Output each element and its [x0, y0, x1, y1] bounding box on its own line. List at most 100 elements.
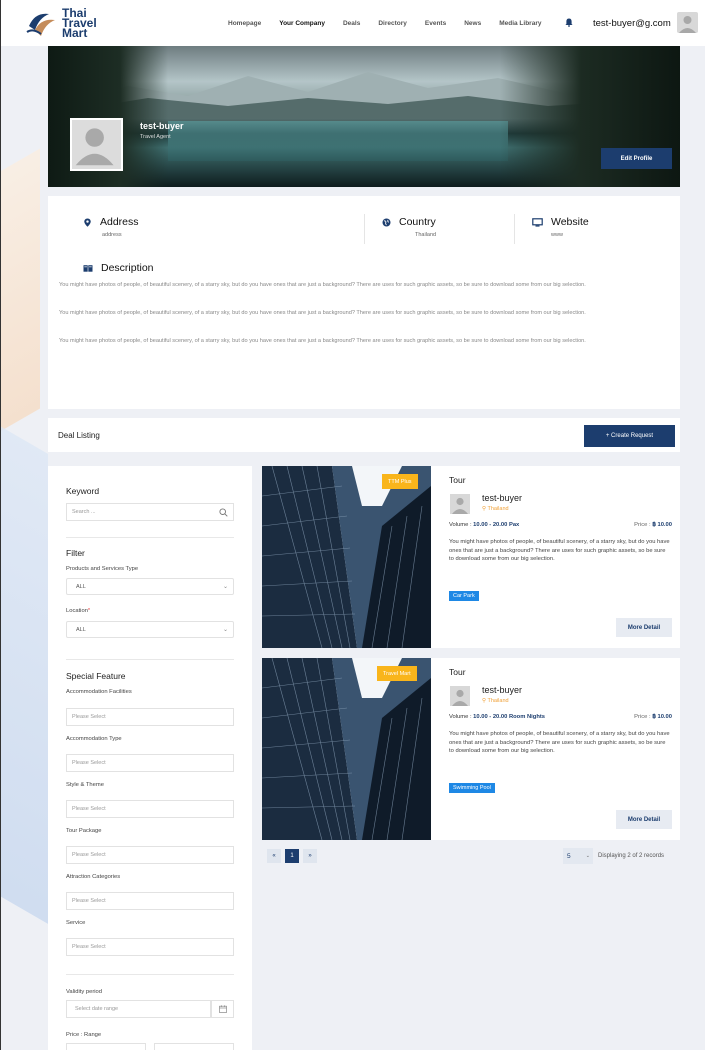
nav-your-company[interactable]: Your Company	[279, 20, 325, 27]
map-pin-icon	[84, 218, 91, 227]
pagination: « 1 »	[267, 849, 317, 863]
monitor-icon	[532, 217, 543, 227]
map-pin-icon: ⚲	[482, 698, 487, 704]
price-max-input[interactable]	[154, 1043, 234, 1050]
deal-card[interactable]: TTM Plus Tour test-buyer ⚲ Thailand Volu…	[262, 466, 680, 648]
company-info-card: Address address Country Thailand Website…	[48, 196, 680, 409]
seller-location: ⚲ Thailand	[482, 506, 509, 512]
deal-price: Price : ฿ 10.00	[634, 714, 672, 720]
decorative-background	[0, 148, 50, 930]
nav-homepage[interactable]: Homepage	[228, 20, 261, 27]
more-detail-button[interactable]: More Detail	[616, 618, 672, 637]
deal-listing-header: Deal Listing + Create Request	[48, 418, 680, 452]
chevron-down-icon: ⌄	[222, 627, 228, 633]
user-email[interactable]: test-buyer@g.com	[593, 18, 671, 29]
address-title: Address	[100, 216, 139, 228]
deal-description: You might have photos of people, of beau…	[449, 539, 670, 563]
divider	[364, 214, 365, 244]
page-button[interactable]: 1	[285, 849, 299, 863]
style-theme-select[interactable]: Please Select	[66, 800, 234, 818]
address-block: Address address	[83, 216, 139, 238]
create-request-button[interactable]: + Create Request	[584, 425, 675, 447]
country-value: Thailand	[415, 232, 437, 238]
bell-icon[interactable]	[565, 18, 573, 27]
chevron-down-icon: ⌄	[585, 853, 590, 859]
country-title: Country	[399, 216, 436, 228]
description-paragraph: You might have photos of people, of beau…	[59, 310, 586, 316]
products-select[interactable]: ALL ⌄	[66, 578, 234, 595]
divider	[66, 659, 234, 660]
nav-media-library[interactable]: Media Library	[499, 20, 541, 27]
nav-events[interactable]: Events	[425, 20, 446, 27]
description-heading: Description	[83, 262, 154, 274]
price-min-input[interactable]	[66, 1043, 146, 1050]
chevron-down-icon: ⌄	[222, 584, 228, 590]
location-select[interactable]: ALL ⌄	[66, 621, 234, 638]
validity-label: Validity period	[66, 989, 102, 995]
divider	[66, 537, 234, 538]
style-theme-label: Style & Theme	[66, 782, 104, 788]
country-block: Country Thailand	[382, 216, 436, 238]
search-icon	[219, 508, 228, 517]
main-nav: Homepage Your Company Deals Directory Ev…	[228, 20, 559, 27]
deal-image	[262, 466, 431, 648]
seller-avatar	[450, 494, 470, 514]
deal-description: You might have photos of people, of beau…	[449, 731, 670, 755]
nav-news[interactable]: News	[464, 20, 481, 27]
deal-image	[262, 658, 431, 840]
first-page-button[interactable]: «	[267, 849, 281, 863]
user-avatar[interactable]	[677, 12, 698, 33]
book-icon	[83, 264, 93, 272]
calendar-button[interactable]	[211, 1000, 234, 1018]
tour-package-select[interactable]: Please Select	[66, 846, 234, 864]
seller-avatar	[450, 686, 470, 706]
feature-tag: Car Park	[449, 591, 479, 601]
description-paragraph: You might have photos of people, of beau…	[59, 338, 586, 344]
products-label: Products and Services Type	[66, 566, 139, 572]
nav-directory[interactable]: Directory	[378, 20, 407, 27]
divider	[66, 974, 234, 975]
seller-name: test-buyer	[482, 493, 523, 503]
website-block: Website www	[532, 216, 589, 238]
page-edge	[0, 0, 1, 1050]
special-feature-heading: Special Feature	[66, 671, 126, 681]
service-label: Service	[66, 920, 86, 926]
accommodation-type-label: Accommodation Type	[66, 736, 122, 742]
seller-location: ⚲ Thailand	[482, 698, 509, 704]
edit-profile-button[interactable]: Edit Profile	[601, 148, 672, 169]
accommodation-facilities-select[interactable]: Please Select	[66, 708, 234, 726]
price-range-label: Price : Range	[66, 1032, 102, 1038]
nav-deals[interactable]: Deals	[343, 20, 360, 27]
deal-card[interactable]: Travel Mart Tour test-buyer ⚲ Thailand V…	[262, 658, 680, 840]
service-select[interactable]: Please Select	[66, 938, 234, 956]
divider	[514, 214, 515, 244]
more-detail-button[interactable]: More Detail	[616, 810, 672, 829]
date-range-input[interactable]: Select date range	[66, 1000, 211, 1018]
map-pin-icon: ⚲	[482, 506, 487, 512]
deal-type: Tour	[449, 667, 466, 677]
brand-logo[interactable]: Thai Travel Mart	[25, 7, 97, 39]
attraction-categories-select[interactable]: Please Select	[66, 892, 234, 910]
deal-price: Price : ฿ 10.00	[634, 522, 672, 528]
seller-name: test-buyer	[482, 685, 523, 695]
deal-volume: Volume : 10.00 - 20.00 Pax	[449, 522, 520, 528]
accommodation-type-select[interactable]: Please Select	[66, 754, 234, 772]
address-value: address	[102, 232, 122, 238]
accommodation-facilities-label: Accommodation Facilities	[66, 689, 132, 695]
location-label: Location*	[66, 608, 91, 614]
search-input[interactable]: Search ...	[66, 503, 234, 521]
website-value[interactable]: www	[551, 232, 589, 238]
tour-package-label: Tour Package	[66, 828, 102, 834]
attraction-categories-label: Attraction Categories	[66, 874, 121, 880]
per-page-select[interactable]: 5 ⌄	[563, 848, 593, 864]
logo-icon	[26, 13, 55, 36]
deal-listing-title: Deal Listing	[58, 431, 100, 440]
cover-image	[48, 46, 680, 187]
top-navbar: Thai Travel Mart Homepage Your Company Dea…	[0, 0, 705, 46]
last-page-button[interactable]: »	[303, 849, 317, 863]
website-title: Website	[551, 216, 589, 228]
deal-volume: Volume : 10.00 - 20.00 Room Nights	[449, 714, 546, 720]
profile-name: test-buyer	[140, 121, 184, 131]
deal-badge: TTM Plus	[382, 474, 418, 489]
profile-avatar	[70, 118, 123, 171]
